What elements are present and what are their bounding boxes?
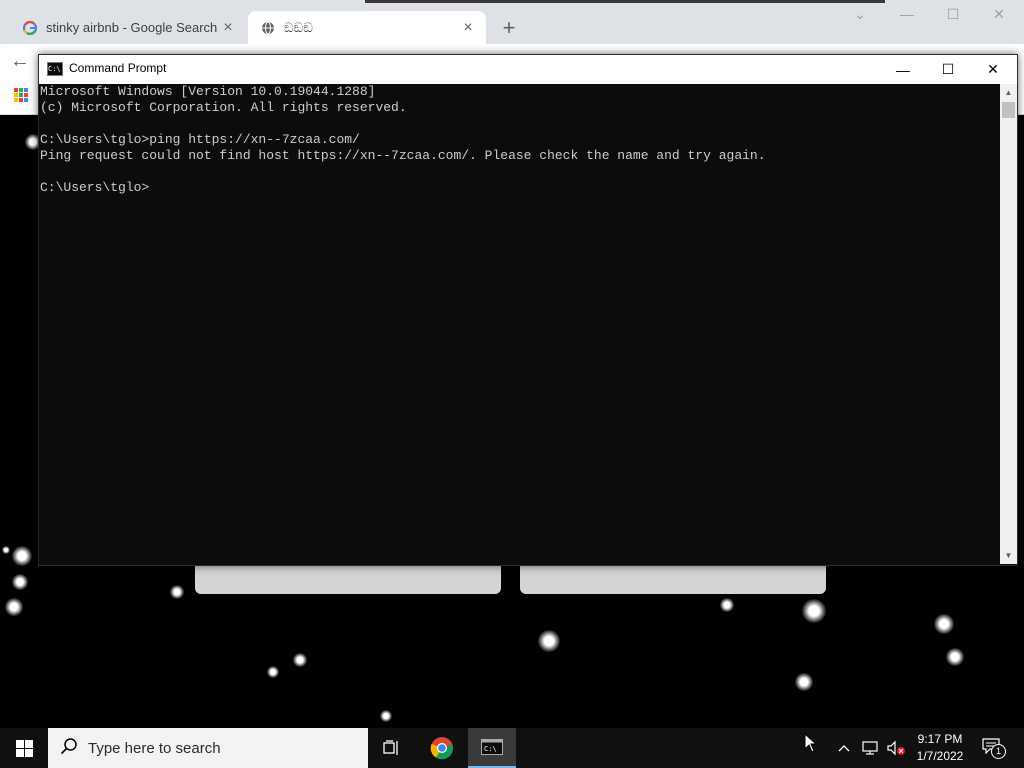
windows-logo-icon: [15, 739, 33, 757]
browser-close-icon[interactable]: ✕: [984, 6, 1014, 23]
console-line: Microsoft Windows [Version 10.0.19044.12…: [40, 84, 376, 99]
search-icon: [60, 737, 78, 760]
star-dot: [12, 574, 28, 590]
google-g-icon: [22, 20, 38, 36]
scroll-down-icon[interactable]: ▼: [1000, 547, 1017, 564]
star-dot: [293, 653, 307, 667]
star-dot: [538, 630, 560, 652]
browser-minimize-icon[interactable]: —: [892, 6, 922, 22]
new-tab-button[interactable]: +: [498, 15, 520, 40]
cmd-maximize-button[interactable]: ☐: [925, 55, 971, 84]
console-line: Ping request could not find host https:/…: [40, 148, 766, 163]
tab-title: stinky airbnb - Google Search: [46, 20, 218, 35]
console-line: C:\Users\tglo>ping https://xn--7zcaa.com…: [40, 132, 360, 147]
svg-text:C:\: C:\: [484, 745, 497, 753]
taskbar: Type here to search C:\ 9:17 PM 1/7/2022…: [0, 728, 1024, 768]
tab-active-page[interactable]: ඞඞඞ ×: [248, 11, 486, 44]
tab-close-icon[interactable]: ×: [458, 18, 478, 38]
star-dot: [12, 546, 32, 566]
network-icon[interactable]: [862, 728, 880, 768]
cmd-titlebar[interactable]: C:\ Command Prompt — ☐ ✕: [39, 55, 1017, 84]
star-dot: [946, 648, 964, 666]
star-dot: [380, 710, 392, 722]
cmd-console-output[interactable]: Microsoft Windows [Version 10.0.19044.12…: [39, 84, 1000, 564]
terminal-icon: C:\: [481, 739, 503, 755]
console-prompt[interactable]: C:\Users\tglo>: [40, 180, 1000, 196]
star-dot: [795, 673, 813, 691]
volume-muted-icon[interactable]: [886, 728, 906, 768]
notification-count-badge: 1: [991, 744, 1006, 759]
chrome-taskbar-button[interactable]: [418, 728, 466, 768]
action-center-button[interactable]: 1: [982, 728, 1006, 768]
clock-time: 9:17 PM: [917, 732, 963, 746]
search-placeholder: Type here to search: [88, 739, 221, 757]
star-dot: [934, 614, 954, 634]
chevron-up-icon: [838, 745, 850, 752]
star-dot: [2, 546, 10, 554]
tab-search-icon[interactable]: ⌄: [845, 6, 875, 23]
cmd-close-button[interactable]: ✕: [970, 55, 1016, 84]
chrome-icon: [430, 737, 454, 760]
cmd-app-icon: C:\: [47, 62, 63, 76]
start-button[interactable]: [0, 728, 48, 768]
clock-date: 1/7/2022: [916, 749, 964, 763]
command-prompt-window[interactable]: C:\ Command Prompt — ☐ ✕ Microsoft Windo…: [38, 54, 1018, 566]
tab-strip-edge: [365, 0, 885, 3]
star-dot: [170, 585, 184, 599]
scroll-thumb[interactable]: [1002, 102, 1015, 118]
cmd-scrollbar[interactable]: ▲ ▼: [1000, 84, 1017, 564]
mouse-cursor-icon: [804, 733, 818, 753]
console-line: (c) Microsoft Corporation. All rights re…: [40, 100, 407, 115]
globe-icon: [260, 20, 276, 36]
apps-grid-icon[interactable]: [14, 88, 28, 102]
tab-title: ඞඞඞ: [284, 19, 313, 35]
taskbar-search-box[interactable]: Type here to search: [48, 728, 368, 768]
star-dot: [802, 599, 826, 623]
cmd-minimize-button[interactable]: —: [880, 55, 926, 84]
star-dot: [5, 598, 23, 616]
task-view-icon: [383, 740, 398, 755]
notification-icon: 1: [982, 738, 1006, 759]
scroll-up-icon[interactable]: ▲: [1000, 84, 1017, 101]
tab-google-search[interactable]: stinky airbnb - Google Search ×: [10, 11, 246, 44]
star-dot: [720, 598, 734, 612]
star-dot: [267, 666, 279, 678]
show-hidden-icons-button[interactable]: [838, 728, 850, 768]
task-view-button[interactable]: [368, 728, 416, 768]
browser-maximize-icon[interactable]: ☐: [938, 6, 968, 23]
tab-close-icon[interactable]: ×: [218, 18, 238, 38]
cmd-taskbar-button[interactable]: C:\: [468, 728, 516, 768]
back-arrow-icon[interactable]: ←: [10, 50, 30, 73]
system-clock[interactable]: 9:17 PM 1/7/2022: [910, 731, 970, 765]
cmd-window-title: Command Prompt: [69, 61, 167, 75]
